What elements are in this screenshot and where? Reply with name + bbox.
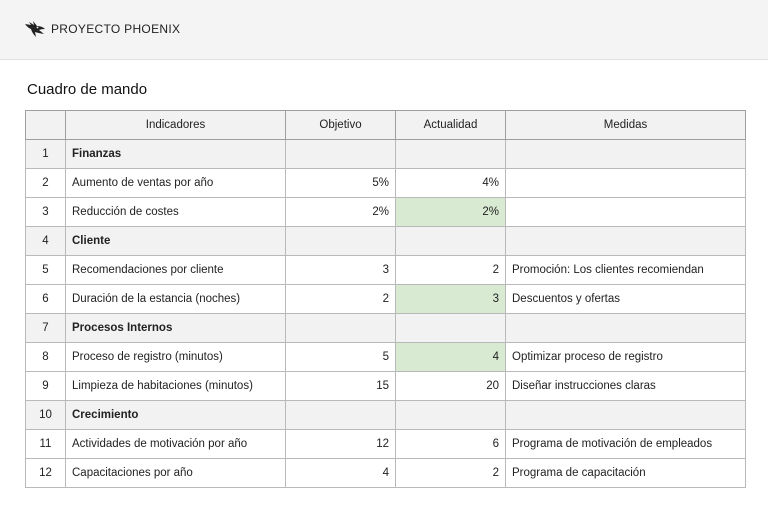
row-number-cell[interactable]: 9 <box>25 371 66 401</box>
row-number-cell[interactable]: 10 <box>25 400 66 430</box>
measure-cell[interactable]: Promoción: Los clientes recomiendan <box>505 255 746 285</box>
brand[interactable]: PROYECTO PHOENIX <box>24 20 180 38</box>
row-number-cell[interactable]: 7 <box>25 313 66 343</box>
row-number-cell[interactable]: 3 <box>25 197 66 227</box>
table-category-row: 10 Crecimiento <box>25 400 746 430</box>
indicator-cell[interactable]: Aumento de ventas por año <box>65 168 286 198</box>
table-row: 2 Aumento de ventas por año 5% 4% <box>25 168 746 198</box>
row-number-cell[interactable]: 2 <box>25 168 66 198</box>
current-cell[interactable]: 3 <box>395 284 506 314</box>
target-cell[interactable]: 2% <box>285 197 396 227</box>
target-cell[interactable]: 15 <box>285 371 396 401</box>
measure-cell[interactable]: Optimizar proceso de registro <box>505 342 746 372</box>
measure-cell[interactable] <box>505 139 746 169</box>
table-category-row: 1 Finanzas <box>25 139 746 169</box>
table-row: 6 Duración de la estancia (noches) 2 3 Descu… <box>25 284 746 314</box>
target-cell[interactable]: 12 <box>285 429 396 459</box>
target-cell[interactable]: 3 <box>285 255 396 285</box>
row-number-cell[interactable]: 12 <box>25 458 66 488</box>
current-cell[interactable] <box>395 139 506 169</box>
column-header-indicators: Indicadores <box>65 110 286 140</box>
table-row: 9 Limpieza de habitaciones (minutos) 15 20 D… <box>25 371 746 401</box>
row-number-cell[interactable]: 5 <box>25 255 66 285</box>
target-cell[interactable]: 4 <box>285 458 396 488</box>
brand-name: PROYECTO PHOENIX <box>51 22 181 36</box>
current-cell[interactable] <box>395 400 506 430</box>
phoenix-logo-icon <box>24 20 46 38</box>
row-number-cell[interactable]: 1 <box>25 139 66 169</box>
indicator-cell[interactable]: Duración de la estancia (noches) <box>65 284 286 314</box>
measure-cell[interactable]: Programa de motivación de empleados <box>505 429 746 459</box>
table-header-row: Indicadores Objetivo Actualidad Medidas <box>25 110 746 140</box>
indicator-cell[interactable]: Actividades de motivación por año <box>65 429 286 459</box>
current-cell[interactable]: 20 <box>395 371 506 401</box>
indicator-cell[interactable]: Finanzas <box>65 139 286 169</box>
current-cell[interactable]: 4 <box>395 342 506 372</box>
indicator-cell[interactable]: Limpieza de habitaciones (minutos) <box>65 371 286 401</box>
current-cell[interactable]: 2% <box>395 197 506 227</box>
indicator-cell[interactable]: Capacitaciones por año <box>65 458 286 488</box>
row-number-cell[interactable]: 11 <box>25 429 66 459</box>
indicator-cell[interactable]: Proceso de registro (minutos) <box>65 342 286 372</box>
table-row: 5 Recomendaciones por cliente 3 2 Promoción:… <box>25 255 746 285</box>
table-row: 8 Proceso de registro (minutos) 5 4 Optimiza… <box>25 342 746 372</box>
column-header-current: Actualidad <box>395 110 506 140</box>
column-header-measures: Medidas <box>505 110 746 140</box>
target-cell[interactable]: 2 <box>285 284 396 314</box>
row-number-cell[interactable]: 4 <box>25 226 66 256</box>
measure-cell[interactable]: Programa de capacitación <box>505 458 746 488</box>
target-cell[interactable] <box>285 139 396 169</box>
column-header-number <box>25 110 66 140</box>
row-number-cell[interactable]: 6 <box>25 284 66 314</box>
indicator-cell[interactable]: Reducción de costes <box>65 197 286 227</box>
measure-cell[interactable] <box>505 197 746 227</box>
target-cell[interactable] <box>285 226 396 256</box>
table-category-row: 7 Procesos Internos <box>25 313 746 343</box>
measure-cell[interactable] <box>505 313 746 343</box>
row-number-cell[interactable]: 8 <box>25 342 66 372</box>
table-category-row: 4 Cliente <box>25 226 746 256</box>
current-cell[interactable]: 6 <box>395 429 506 459</box>
indicator-cell[interactable]: Cliente <box>65 226 286 256</box>
current-cell[interactable]: 2 <box>395 255 506 285</box>
measure-cell[interactable]: Descuentos y ofertas <box>505 284 746 314</box>
indicator-cell[interactable]: Crecimiento <box>65 400 286 430</box>
page-title: Cuadro de mando <box>27 81 148 98</box>
measure-cell[interactable] <box>505 226 746 256</box>
indicator-cell[interactable]: Recomendaciones por cliente <box>65 255 286 285</box>
table-row: 3 Reducción de costes 2% 2% <box>25 197 746 227</box>
current-cell[interactable]: 4% <box>395 168 506 198</box>
current-cell[interactable] <box>395 313 506 343</box>
measure-cell[interactable] <box>505 400 746 430</box>
table-row: 12 Capacitaciones por año 4 2 Programa de ca… <box>25 458 746 488</box>
target-cell[interactable] <box>285 313 396 343</box>
target-cell[interactable] <box>285 400 396 430</box>
target-cell[interactable]: 5% <box>285 168 396 198</box>
top-bar: PROYECTO PHOENIX <box>0 0 768 60</box>
target-cell[interactable]: 5 <box>285 342 396 372</box>
column-header-target: Objetivo <box>285 110 396 140</box>
table-row: 11 Actividades de motivación por año 12 6 Pr… <box>25 429 746 459</box>
current-cell[interactable] <box>395 226 506 256</box>
measure-cell[interactable]: Diseñar instrucciones claras <box>505 371 746 401</box>
measure-cell[interactable] <box>505 168 746 198</box>
indicator-cell[interactable]: Procesos Internos <box>65 313 286 343</box>
scorecard-table: Indicadores Objetivo Actualidad Medidas … <box>25 110 746 488</box>
current-cell[interactable]: 2 <box>395 458 506 488</box>
